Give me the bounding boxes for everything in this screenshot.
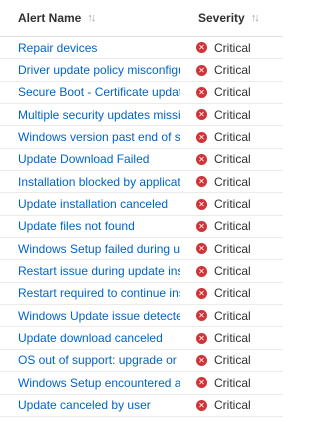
severity-label: Critical [214,197,251,212]
alert-name-link[interactable]: Installation blocked by application or d… [0,175,180,189]
alert-name-link[interactable]: OS out of support: upgrade or get Extend… [0,353,180,367]
table-row[interactable]: Update installation canceled ✕ Critical [0,193,283,216]
table-row[interactable]: Restart issue during update installation… [0,260,283,283]
sort-arrows-icon[interactable]: ↑↓ [87,12,96,24]
table-row[interactable]: Windows Setup encountered an error ✕ Cri… [0,372,283,395]
severity-label: Critical [214,308,251,323]
critical-error-icon: ✕ [196,64,207,76]
severity-label: Critical [214,331,251,346]
alert-name-link[interactable]: Update canceled by user [0,398,180,412]
table-row[interactable]: Secure Boot - Certificate update require… [0,82,283,105]
alerts-table: Alert Name ↑↓ Severity ↑↓ Repair devices… [0,0,283,417]
alert-name-link[interactable]: Update files not found [0,219,180,233]
critical-error-icon: ✕ [196,153,207,165]
critical-error-icon: ✕ [196,86,207,98]
severity-label: Critical [214,264,251,279]
severity-cell: ✕ Critical [180,85,283,99]
critical-error-icon: ✕ [196,131,207,143]
severity-cell: ✕ Critical [180,353,283,367]
severity-cell: ✕ Critical [180,197,283,211]
critical-error-icon: ✕ [196,265,207,277]
table-body: Repair devices ✕ Critical Driver update … [0,37,283,417]
critical-error-icon: ✕ [196,220,207,232]
severity-label: Critical [214,107,251,122]
severity-label: Critical [214,375,251,390]
alert-name-link[interactable]: Driver update policy misconfigured [0,63,180,77]
table-row[interactable]: Update download canceled ✕ Critical [0,327,283,350]
severity-cell: ✕ Critical [180,286,283,300]
table-row[interactable]: Restart required to continue installatio… [0,283,283,306]
severity-cell: ✕ Critical [180,63,283,77]
severity-label: Critical [214,219,251,234]
severity-header-label: Severity [198,11,245,25]
table-row[interactable]: Windows Update issue detected ✕ Critical [0,305,283,328]
critical-error-icon: ✕ [196,332,207,344]
alert-name-link[interactable]: Windows Update issue detected [0,309,180,323]
critical-error-icon: ✕ [196,287,207,299]
alert-name-link[interactable]: Windows Setup failed during update [0,242,180,256]
severity-cell: ✕ Critical [180,331,283,345]
severity-cell: ✕ Critical [180,152,283,166]
alert-name-link[interactable]: Restart issue during update installation [0,264,180,278]
critical-error-icon: ✕ [196,243,207,255]
table-row[interactable]: Windows Setup failed during update ✕ Cri… [0,238,283,261]
critical-error-icon: ✕ [196,109,207,121]
critical-error-icon: ✕ [196,354,207,366]
alert-name-link[interactable]: Restart required to continue installatio… [0,286,180,300]
severity-cell: ✕ Critical [180,264,283,278]
critical-error-icon: ✕ [196,399,207,411]
severity-cell: ✕ Critical [180,398,283,412]
severity-label: Critical [214,63,251,78]
severity-cell: ✕ Critical [180,219,283,233]
critical-error-icon: ✕ [196,198,207,210]
severity-cell: ✕ Critical [180,309,283,323]
severity-label: Critical [214,174,251,189]
alert-name-link[interactable]: Update download canceled [0,331,180,345]
severity-label: Critical [214,130,251,145]
alert-name-link[interactable]: Windows Setup encountered an error [0,376,180,390]
severity-cell: ✕ Critical [180,41,283,55]
severity-label: Critical [214,40,251,55]
alert-name-link[interactable]: Update installation canceled [0,197,180,211]
table-row[interactable]: Driver update policy misconfigured ✕ Cri… [0,59,283,82]
severity-label: Critical [214,241,251,256]
critical-error-icon: ✕ [196,176,207,188]
alert-name-link[interactable]: Windows version past end of service [0,130,180,144]
critical-error-icon: ✕ [196,42,207,54]
severity-cell: ✕ Critical [180,175,283,189]
severity-cell: ✕ Critical [180,376,283,390]
severity-label: Critical [214,85,251,100]
severity-cell: ✕ Critical [180,242,283,256]
critical-error-icon: ✕ [196,377,207,389]
table-row[interactable]: Installation blocked by application or d… [0,171,283,194]
alert-name-column-header[interactable]: Alert Name ↑↓ [0,11,180,25]
severity-label: Critical [214,286,251,301]
table-row[interactable]: OS out of support: upgrade or get Extend… [0,350,283,373]
table-row[interactable]: Windows version past end of service ✕ Cr… [0,126,283,149]
severity-cell: ✕ Critical [180,108,283,122]
sort-arrows-icon[interactable]: ↑↓ [251,12,260,24]
critical-error-icon: ✕ [196,310,207,322]
severity-label: Critical [214,353,251,368]
alert-name-link[interactable]: Repair devices [0,41,180,55]
alert-name-link[interactable]: Update Download Failed [0,152,180,166]
severity-column-header[interactable]: Severity ↑↓ [180,11,283,25]
severity-label: Critical [214,398,251,413]
table-row[interactable]: Repair devices ✕ Critical [0,37,283,60]
table-row[interactable]: Multiple security updates missing ✕ Crit… [0,104,283,127]
severity-cell: ✕ Critical [180,130,283,144]
alert-name-header-label: Alert Name [18,11,82,25]
alert-name-link[interactable]: Secure Boot - Certificate update require… [0,85,180,99]
table-row[interactable]: Update Download Failed ✕ Critical [0,149,283,172]
table-row[interactable]: Update files not found ✕ Critical [0,216,283,239]
alert-name-link[interactable]: Multiple security updates missing [0,108,180,122]
table-row[interactable]: Update canceled by user ✕ Critical [0,395,283,417]
severity-label: Critical [214,152,251,167]
table-header: Alert Name ↑↓ Severity ↑↓ [0,0,283,37]
